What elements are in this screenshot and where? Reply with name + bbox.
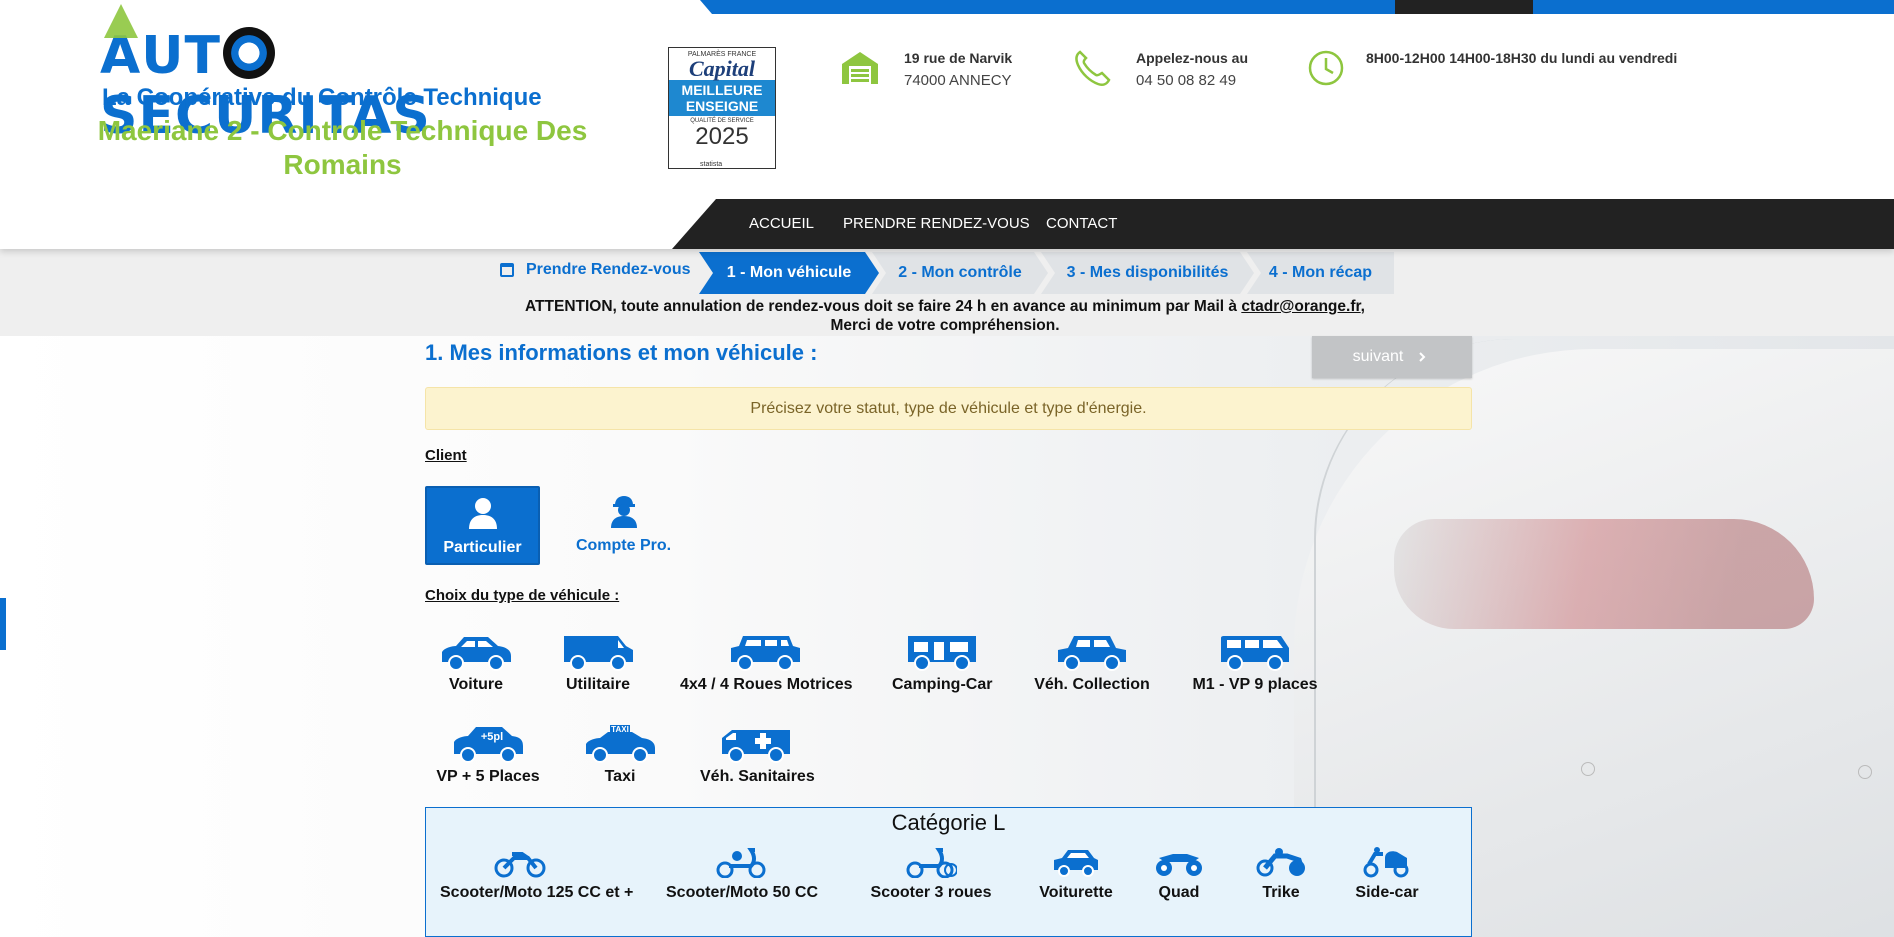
category-l-option-scooter-3-roues[interactable]: Scooter 3 roues [866, 846, 996, 902]
address-block: 19 rue de Narvik 74000 ANNECY [840, 48, 1012, 94]
main-nav: ACCUEIL PRENDRE RENDEZ-VOUS CONTACT [672, 199, 1894, 249]
scooter-icon [716, 848, 766, 878]
site-logo[interactable]: AUTSECURITAS La Coopérative du Contrôle … [100, 8, 590, 146]
logo-tagline: La Coopérative du Contrôle Technique [102, 84, 542, 111]
camper-icon [908, 636, 976, 671]
phone-block[interactable]: Appelez-nous au 04 50 08 82 49 [1072, 48, 1248, 94]
category-l-option-trike[interactable]: Trike [1246, 846, 1316, 902]
step-2-mon-controle[interactable]: 2 - Mon contrôle [872, 252, 1048, 294]
category-l-option-moto-125[interactable]: Scooter/Moto 125 CC et + [440, 846, 633, 902]
nav-item-prendre-rendez-vous[interactable]: PRENDRE RENDEZ-VOUS [843, 199, 1030, 249]
quad-icon [1156, 854, 1202, 876]
cancellation-notice: ATTENTION, toute annulation de rendez-vo… [525, 298, 1365, 334]
car-plus-5-icon: +5pl [454, 727, 523, 763]
motorcycle-icon [494, 852, 546, 878]
calendar-icon [500, 263, 514, 277]
step-1-mon-vehicule[interactable]: 1 - Mon véhicule [699, 252, 879, 294]
step-3-mes-disponibilites[interactable]: 3 - Mes disponibilités [1041, 252, 1254, 294]
vehicle-option-utilitaire[interactable]: Utilitaire [558, 632, 638, 694]
car-icon [442, 637, 511, 671]
vehicle-option-m1-vp-9-places[interactable]: M1 - VP 9 places [1188, 632, 1322, 694]
contact-mail-link[interactable]: ctadr@orange.fr [1241, 298, 1360, 315]
category-l-option-scooter-50[interactable]: Scooter/Moto 50 CC [666, 846, 818, 902]
category-l-option-side-car[interactable]: Side-car [1342, 846, 1432, 902]
site-header: AUTSECURITAS La Coopérative du Contrôle … [0, 0, 1894, 249]
client-option-particulier[interactable]: Particulier [425, 486, 540, 565]
microcar-icon [1054, 850, 1098, 877]
nav-item-accueil[interactable]: ACCUEIL [749, 199, 814, 249]
classic-car-icon [1058, 636, 1126, 671]
taxi-icon: TAXI [586, 725, 655, 763]
phone-number[interactable]: 04 50 08 82 49 [1136, 68, 1248, 94]
category-l-option-quad[interactable]: Quad [1144, 846, 1214, 902]
vehicle-option-vehicule-collection[interactable]: Véh. Collection [1032, 632, 1152, 694]
clock-icon [1308, 50, 1344, 86]
top-accent-dark [1395, 0, 1533, 14]
garage-icon [842, 52, 878, 84]
category-l-title: Catégorie L [891, 810, 1006, 835]
step-prendre-rendez-vous[interactable]: Prendre Rendez-vous [500, 261, 690, 279]
vehicle-option-vehicules-sanitaires[interactable]: Véh. Sanitaires [700, 724, 815, 786]
info-alert: Précisez votre statut, type de véhicule … [425, 387, 1472, 430]
step-4-mon-recap[interactable]: 4 - Mon récap [1247, 252, 1394, 294]
vehicle-option-voiture[interactable]: Voiture [436, 632, 516, 694]
ambulance-icon [722, 730, 790, 763]
award-badge: PALMARÈS FRANCE Capital MEILLEURE ENSEIG… [668, 47, 776, 169]
van-icon [564, 636, 633, 671]
vehicle-option-camping-car[interactable]: Camping-Car [892, 632, 992, 694]
minibus-icon [1221, 636, 1289, 671]
badge-footer: statista [700, 161, 723, 168]
person-icon [468, 498, 497, 529]
vehicle-option-vp-plus-5-places[interactable]: +5pl VP + 5 Places [436, 724, 540, 786]
chevron-right-icon [1419, 352, 1426, 362]
wheel-icon [222, 27, 275, 79]
category-l-panel: Catégorie L Scooter/Moto 125 CC et + Sco… [425, 807, 1472, 937]
client-label: Client [425, 447, 467, 464]
svg-text:+5pl: +5pl [481, 731, 503, 743]
client-option-compte-pro[interactable]: Compte Pro. [566, 486, 681, 565]
worker-icon [610, 496, 637, 528]
suv-icon [731, 636, 800, 671]
vehicle-type-label: Choix du type de véhicule : [425, 587, 620, 604]
vehicle-option-4x4[interactable]: 4x4 / 4 Roues Motrices [680, 632, 853, 694]
sidecar-icon [1363, 847, 1409, 878]
center-name: Maeriane 2 - Controle Technique Des Roma… [97, 115, 588, 180]
hours-block: 8H00-12H00 14H00-18H30 du lundi au vendr… [1306, 48, 1677, 88]
category-l-option-voiturette[interactable]: Voiturette [1026, 846, 1126, 902]
nav-item-contact[interactable]: CONTACT [1046, 199, 1117, 249]
trike-icon [1256, 848, 1305, 877]
vehicle-option-taxi[interactable]: TAXI Taxi [582, 724, 658, 786]
side-feedback-tab[interactable] [0, 598, 6, 650]
next-button[interactable]: suivant [1312, 336, 1472, 378]
phone-icon [1075, 50, 1111, 87]
three-wheel-scooter-icon [906, 848, 957, 878]
top-accent-stripe [700, 0, 1894, 14]
page-title: 1. Mes informations et mon véhicule : [425, 340, 818, 365]
